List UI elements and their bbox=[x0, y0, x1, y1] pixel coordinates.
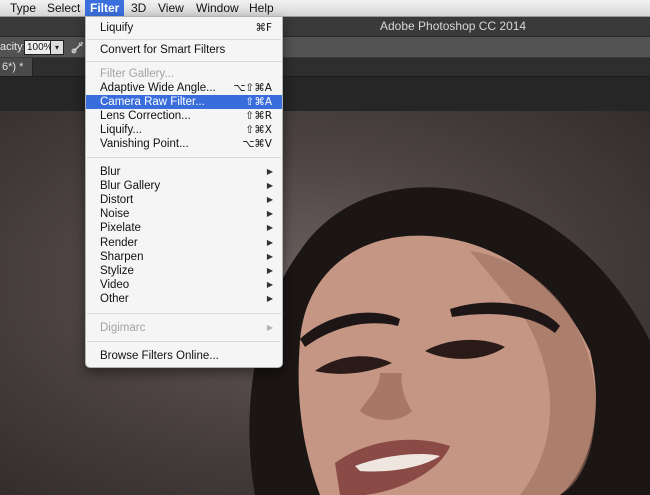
menu-item-label: Blur Gallery bbox=[100, 180, 161, 192]
menu-item-label: Video bbox=[100, 279, 130, 291]
document-tab[interactable]: 6*) * bbox=[0, 58, 33, 76]
submenu-arrow-icon: ▶ bbox=[266, 181, 273, 190]
menu-item-label: Browse Filters Online... bbox=[100, 350, 219, 362]
menu-item-label: Vanishing Point... bbox=[100, 138, 189, 150]
menu-item-label: Sharpen bbox=[100, 251, 144, 263]
menu-item-label: Blur bbox=[100, 166, 121, 178]
menu-item-video[interactable]: Video ▶ bbox=[86, 278, 282, 292]
menu-separator bbox=[87, 313, 281, 314]
shortcut-label: ⌥⌘V bbox=[242, 138, 272, 150]
menu-item-digimarc: Digimarc ▶ bbox=[86, 321, 282, 335]
menu-type[interactable]: Type bbox=[5, 0, 41, 16]
opacity-input[interactable]: 100% bbox=[24, 40, 53, 55]
menu-item-other[interactable]: Other ▶ bbox=[86, 292, 282, 306]
menu-item-label: Distort bbox=[100, 194, 134, 206]
shortcut-label: ⌘F bbox=[255, 22, 272, 34]
menu-item-label: Adaptive Wide Angle... bbox=[100, 82, 216, 94]
menu-item-blur-gallery[interactable]: Blur Gallery ▶ bbox=[86, 179, 282, 193]
menu-item-label: Stylize bbox=[100, 265, 134, 277]
menu-item-render[interactable]: Render ▶ bbox=[86, 236, 282, 250]
submenu-arrow-icon: ▶ bbox=[266, 280, 273, 289]
airbrush-icon[interactable] bbox=[70, 39, 86, 55]
menu-item-label: Liquify... bbox=[100, 124, 142, 136]
menu-item-label: Liquify bbox=[100, 22, 134, 34]
submenu-arrow-icon: ▶ bbox=[266, 294, 273, 303]
submenu-arrow-icon: ▶ bbox=[266, 252, 273, 261]
menu-item-label: Convert for Smart Filters bbox=[100, 44, 226, 56]
menu-separator bbox=[87, 341, 281, 342]
submenu-arrow-icon: ▶ bbox=[266, 323, 273, 332]
menu-separator bbox=[87, 61, 281, 62]
opacity-label: acity: bbox=[0, 41, 26, 53]
opacity-dropdown-icon[interactable]: ▾ bbox=[50, 40, 64, 55]
menu-item-label: Filter Gallery... bbox=[100, 68, 174, 80]
menu-item-label: Camera Raw Filter... bbox=[100, 96, 205, 108]
app-title: Adobe Photoshop CC 2014 bbox=[380, 19, 527, 33]
shortcut-label: ⇧⌘X bbox=[245, 124, 273, 136]
filter-menu: Liquify ⌘F Convert for Smart Filters Fil… bbox=[85, 16, 283, 368]
menu-filter[interactable]: Filter bbox=[85, 0, 125, 16]
menu-item-browse-filters-online[interactable]: Browse Filters Online... bbox=[86, 349, 282, 363]
submenu-arrow-icon: ▶ bbox=[266, 223, 273, 232]
menu-item-label: Noise bbox=[100, 208, 130, 220]
menu-item-lens-correction[interactable]: Lens Correction... ⇧⌘R bbox=[86, 109, 282, 123]
shortcut-label: ⇧⌘A bbox=[245, 96, 272, 108]
menu-item-label: Pixelate bbox=[100, 222, 141, 234]
menu-view[interactable]: View bbox=[153, 0, 189, 16]
submenu-arrow-icon: ▶ bbox=[266, 195, 273, 204]
menu-item-stylize[interactable]: Stylize ▶ bbox=[86, 264, 282, 278]
menu-item-blur[interactable]: Blur ▶ bbox=[86, 165, 282, 179]
submenu-arrow-icon: ▶ bbox=[266, 167, 273, 176]
menu-item-label: Render bbox=[100, 237, 138, 249]
menu-item-pixelate[interactable]: Pixelate ▶ bbox=[86, 221, 282, 235]
submenu-arrow-icon: ▶ bbox=[266, 266, 273, 275]
menu-item-noise[interactable]: Noise ▶ bbox=[86, 207, 282, 221]
submenu-arrow-icon: ▶ bbox=[266, 238, 273, 247]
menu-3d[interactable]: 3D bbox=[126, 0, 151, 16]
menu-window[interactable]: Window bbox=[191, 0, 244, 16]
menu-item-convert-smart-filters[interactable]: Convert for Smart Filters bbox=[86, 43, 282, 57]
menu-item-label: Lens Correction... bbox=[100, 110, 191, 122]
menu-item-sharpen[interactable]: Sharpen ▶ bbox=[86, 250, 282, 264]
menu-item-distort[interactable]: Distort ▶ bbox=[86, 193, 282, 207]
menu-separator bbox=[87, 39, 281, 40]
menu-item-vanishing-point[interactable]: Vanishing Point... ⌥⌘V bbox=[86, 137, 282, 151]
menu-item-last-filter[interactable]: Liquify ⌘F bbox=[86, 21, 282, 35]
menu-help[interactable]: Help bbox=[244, 0, 279, 16]
menu-separator bbox=[87, 157, 281, 158]
menu-item-label: Digimarc bbox=[100, 322, 146, 334]
menu-item-liquify[interactable]: Liquify... ⇧⌘X bbox=[86, 123, 282, 137]
menu-bar: Type Select Filter 3D View Window Help bbox=[0, 0, 650, 17]
menu-item-filter-gallery: Filter Gallery... bbox=[86, 67, 282, 81]
menu-item-label: Other bbox=[100, 293, 129, 305]
menu-item-camera-raw-filter[interactable]: Camera Raw Filter... ⇧⌘A bbox=[86, 95, 282, 109]
submenu-arrow-icon: ▶ bbox=[266, 209, 273, 218]
shortcut-label: ⌥⇧⌘A bbox=[233, 82, 272, 94]
menu-item-adaptive-wide-angle[interactable]: Adaptive Wide Angle... ⌥⇧⌘A bbox=[86, 81, 282, 95]
shortcut-label: ⇧⌘R bbox=[245, 110, 272, 122]
menu-select[interactable]: Select bbox=[42, 0, 85, 16]
